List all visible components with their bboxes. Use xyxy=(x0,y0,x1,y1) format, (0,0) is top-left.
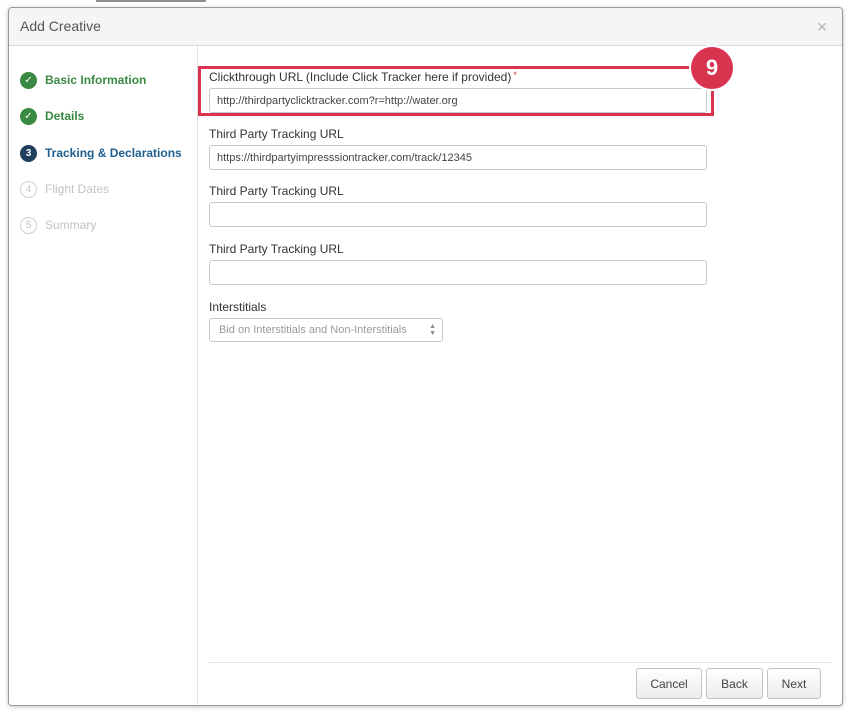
step-label: Tracking & Declarations xyxy=(45,146,182,160)
step-details[interactable]: ✓ Details xyxy=(20,106,84,126)
tracking-url-label-2: Third Party Tracking URL xyxy=(209,184,344,198)
tracking-url-input-1[interactable] xyxy=(209,145,707,170)
select-arrows-icon: ▲ ▼ xyxy=(429,323,436,337)
add-creative-modal: Add Creative × ✓ Basic Information ✓ Det… xyxy=(8,7,843,706)
step-basic-information[interactable]: ✓ Basic Information xyxy=(20,70,146,90)
required-marker: * xyxy=(513,70,517,80)
check-icon: ✓ xyxy=(20,71,37,89)
clickthrough-url-label: Clickthrough URL (Include Click Tracker … xyxy=(209,70,517,84)
footer-divider xyxy=(209,662,831,663)
tracking-url-label-3: Third Party Tracking URL xyxy=(209,242,344,256)
tracking-url-input-2[interactable] xyxy=(209,202,707,227)
step-label: Summary xyxy=(45,218,97,232)
interstitials-select[interactable]: Bid on Interstitials and Non-Interstitia… xyxy=(209,318,443,342)
interstitials-selected-value: Bid on Interstitials and Non-Interstitia… xyxy=(219,324,407,336)
callout-number-badge: 9 xyxy=(689,45,735,91)
wizard-steps-sidebar: ✓ Basic Information ✓ Details 3 Tracking… xyxy=(9,46,198,705)
back-button[interactable]: Back xyxy=(706,668,763,699)
step-label: Basic Information xyxy=(45,73,147,87)
modal-title: Add Creative xyxy=(20,18,101,34)
close-icon[interactable]: × xyxy=(814,18,830,36)
step-summary: 5 Summary xyxy=(20,215,96,235)
interstitials-label: Interstitials xyxy=(209,300,267,314)
cancel-button[interactable]: Cancel xyxy=(636,668,702,699)
clickthrough-url-label-text: Clickthrough URL (Include Click Tracker … xyxy=(209,70,512,84)
step-flight-dates: 4 Flight Dates xyxy=(20,179,109,199)
next-button[interactable]: Next xyxy=(767,668,821,699)
clickthrough-url-input[interactable] xyxy=(209,88,707,113)
step-number-badge: 5 xyxy=(20,216,37,234)
step-label: Details xyxy=(45,109,85,123)
step-number-badge: 3 xyxy=(20,144,37,162)
modal-header: Add Creative × xyxy=(9,8,842,46)
tracking-url-input-3[interactable] xyxy=(209,260,707,285)
tracking-url-label-1: Third Party Tracking URL xyxy=(209,127,344,141)
check-icon: ✓ xyxy=(20,107,37,125)
step-tracking-declarations[interactable]: 3 Tracking & Declarations xyxy=(20,143,182,163)
step-number-badge: 4 xyxy=(20,180,37,198)
step-label: Flight Dates xyxy=(45,182,110,196)
form-content: Clickthrough URL (Include Click Tracker … xyxy=(198,46,842,705)
